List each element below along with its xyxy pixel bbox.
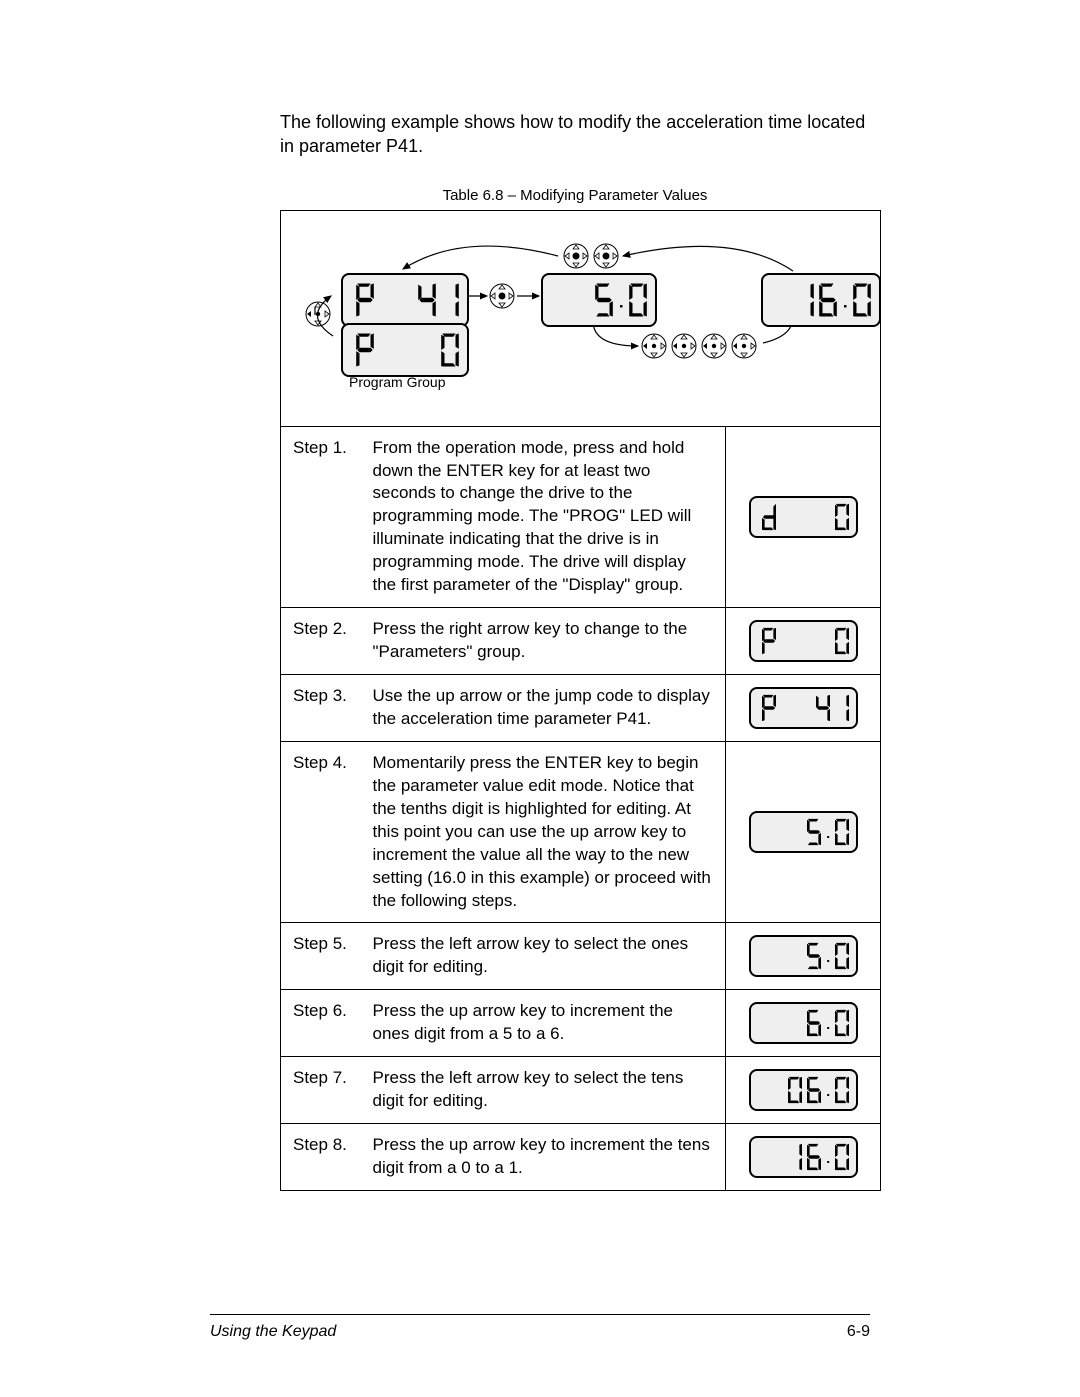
lcd-display [749,935,858,977]
lcd-display [749,620,858,662]
table-row: Step 4. Momentarily press the ENTER key … [281,741,881,923]
lcd-16-0 [761,273,881,327]
step-text: Press the up arrow key to increment the … [361,1124,726,1191]
step-text: Press the up arrow key to increment the … [361,990,726,1057]
step-text: Press the left arrow key to select the t… [361,1057,726,1124]
keypad-enter-icon [593,243,619,269]
step-label: Step 7. [293,1068,351,1087]
table-row: Step 7. Press the left arrow key to sele… [281,1057,881,1124]
keypad-enter-icon [563,243,589,269]
step-text: Use the up arrow or the jump code to dis… [361,675,726,742]
step-label: Step 8. [293,1135,351,1154]
lcd-display [749,687,858,729]
table-row: Step 6. Press the up arrow key to increm… [281,990,881,1057]
lcd-display [749,1136,858,1178]
table-caption: Table 6.8 – Modifying Parameter Values [280,187,870,204]
step-label: Step 4. [293,753,351,772]
step-text: From the operation mode, press and hold … [361,426,726,608]
step-label: Step 3. [293,686,351,705]
keypad-nav-icon [701,333,727,359]
lcd-p41 [341,273,469,327]
footer-page-number: 6-9 [847,1323,870,1341]
steps-table: Program Group [280,210,881,1191]
diagram-row: Program Group [281,210,881,426]
step-text: Press the left arrow key to select the o… [361,923,726,990]
table-row: Step 3. Use the up arrow or the jump cod… [281,675,881,742]
lcd-display [749,811,858,853]
keypad-nav-icon [305,301,331,327]
keypad-nav-icon [671,333,697,359]
step-text: Press the right arrow key to change to t… [361,608,726,675]
lcd-display [749,1069,858,1111]
lcd-display [749,1002,858,1044]
step-label: Step 1. [293,438,351,457]
intro-text: The following example shows how to modif… [280,110,870,159]
step-label: Step 6. [293,1001,351,1020]
page-footer: Using the Keypad 6-9 [210,1314,870,1341]
keypad-nav-icon [731,333,757,359]
table-row: Step 5. Press the left arrow key to sele… [281,923,881,990]
lcd-p0 [341,323,469,377]
keypad-nav-icon [641,333,667,359]
step-label: Step 5. [293,934,351,953]
lcd-5-0 [541,273,657,327]
footer-section: Using the Keypad [210,1323,336,1341]
lcd-display [749,496,858,538]
step-label: Step 2. [293,619,351,638]
table-row: Step 8. Press the up arrow key to increm… [281,1124,881,1191]
step-text: Momentarily press the ENTER key to begin… [361,741,726,923]
program-group-label: Program Group [349,373,445,392]
table-row: Step 2. Press the right arrow key to cha… [281,608,881,675]
flow-diagram: Program Group [293,221,868,411]
table-row: Step 1. From the operation mode, press a… [281,426,881,608]
keypad-enter-icon [489,283,515,309]
